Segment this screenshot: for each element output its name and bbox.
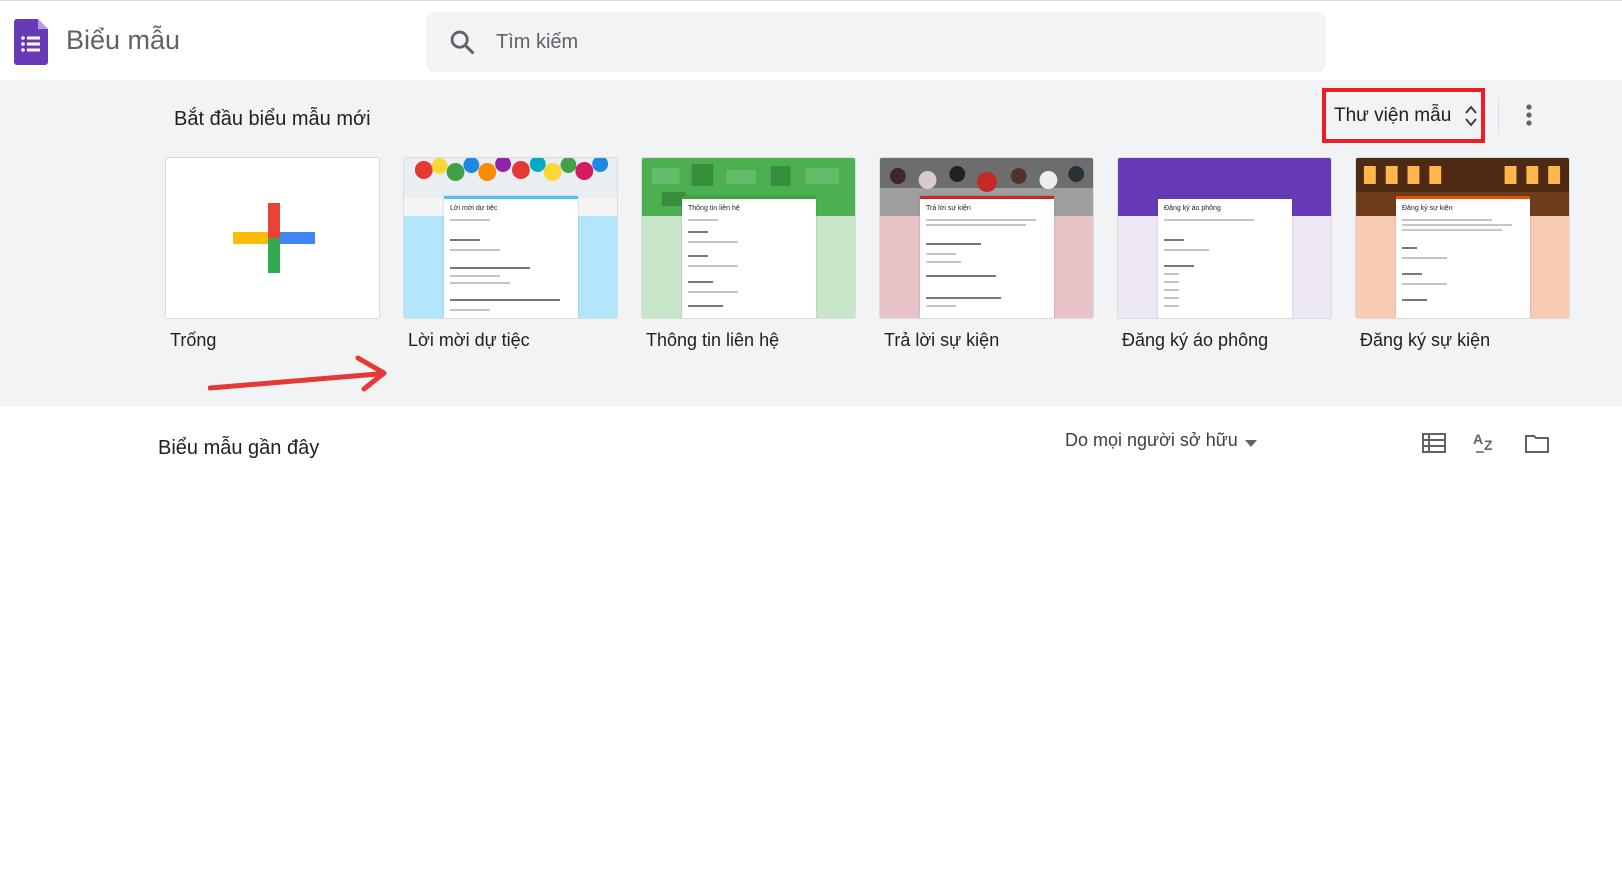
template-thumbnail-event-registration[interactable]: Đăng ký sự kiện [1355, 157, 1570, 319]
template-label: Đăng ký sự kiện [1360, 330, 1491, 350]
template-label: Đăng ký áo phông [1122, 330, 1269, 350]
template-label: Trống [170, 330, 217, 350]
caret-down-icon [1245, 440, 1257, 447]
toolbar-divider [1498, 98, 1499, 134]
owner-filter-dropdown[interactable]: Do mọi người sở hữu [1065, 430, 1257, 458]
recent-forms-title: Biểu mẫu gần đây [158, 437, 320, 459]
template-label: Thông tin liên hệ [646, 330, 780, 350]
folder-icon[interactable] [1524, 430, 1550, 456]
owner-filter-label: Do mọi người sở hữu [1065, 430, 1238, 450]
svg-text:A: A [1473, 431, 1483, 447]
search-icon[interactable] [448, 28, 476, 56]
forms-logo-icon[interactable] [14, 19, 48, 65]
plus-icon [233, 203, 315, 273]
template-label: Trả lời sự kiện [884, 330, 1000, 350]
template-gallery-button[interactable]: Thư viện mẫu [1322, 88, 1485, 143]
search-input[interactable] [496, 22, 1296, 62]
template-label: Lời mời dự tiệc [408, 330, 530, 350]
app-title: Biểu mẫu [66, 25, 181, 55]
template-thumbnail-party-invite[interactable]: Lời mời dự tiệc [403, 157, 618, 319]
unfold-icon [1465, 105, 1477, 127]
form-preview-title: Thông tin liên hệ [688, 205, 740, 212]
form-preview-title: Đăng ký áo phông [1164, 205, 1221, 212]
app-header: Biểu mẫu [0, 0, 1622, 80]
list-view-icon[interactable] [1421, 430, 1447, 456]
form-preview-title: Lời mời dự tiệc [450, 205, 498, 212]
template-thumbnail-contact-info[interactable]: Thông tin liên hệ [641, 157, 856, 319]
annotation-arrow [208, 355, 387, 392]
sort-az-icon[interactable]: A Z [1472, 430, 1498, 456]
form-preview: Đăng ký sự kiện [1396, 196, 1530, 318]
section-title: Bắt đầu biểu mẫu mới [174, 108, 371, 130]
form-preview: Thông tin liên hệ [682, 196, 816, 318]
form-preview: Đăng ký áo phông [1158, 196, 1292, 318]
form-preview-title: Trả lời sự kiện [926, 205, 971, 212]
search-bar[interactable] [426, 12, 1326, 72]
svg-text:Z: Z [1484, 437, 1493, 453]
template-thumbnail-blank[interactable] [165, 157, 380, 319]
form-preview-title: Đăng ký sự kiện [1402, 205, 1453, 212]
template-thumbnail-tshirt-signup[interactable]: Đăng ký áo phông [1117, 157, 1332, 319]
more-vert-icon[interactable] [1518, 100, 1540, 130]
form-preview: Lời mời dự tiệc [444, 196, 578, 318]
form-preview: Trả lời sự kiện [920, 196, 1054, 318]
template-gallery-label: Thư viện mẫu [1334, 105, 1452, 126]
template-thumbnail-event-rsvp[interactable]: Trả lời sự kiện [879, 157, 1094, 319]
